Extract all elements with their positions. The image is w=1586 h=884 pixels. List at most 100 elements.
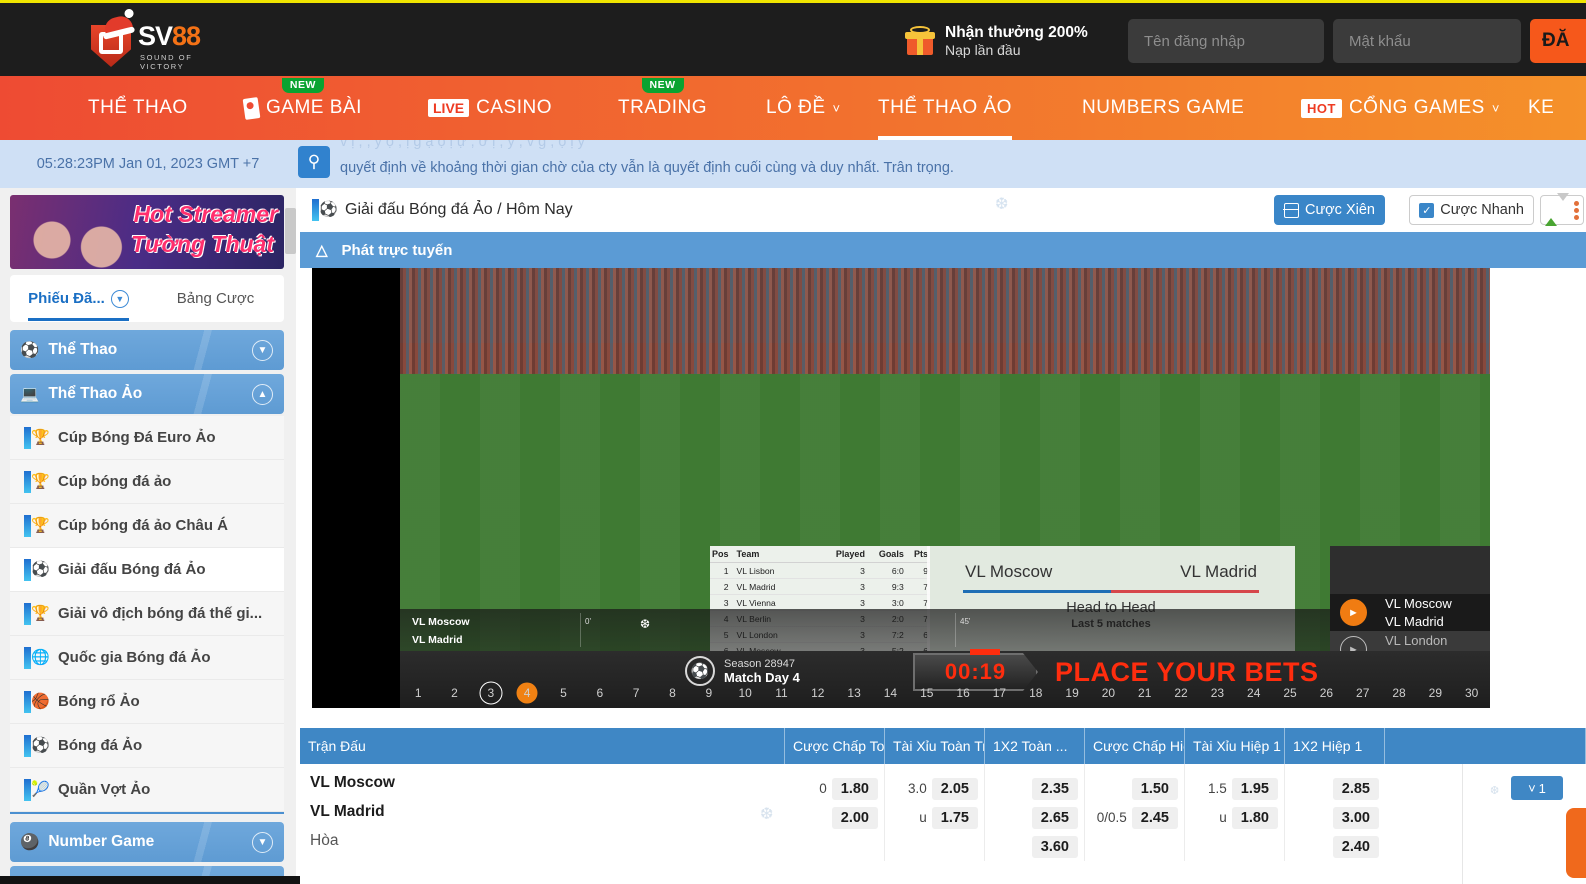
bet-odd-cell[interactable]: u 1.80 bbox=[1185, 803, 1284, 832]
chevron-down-icon[interactable]: ▼ bbox=[110, 289, 129, 308]
match-day-22[interactable]: 22 bbox=[1163, 686, 1199, 700]
nav-item-1[interactable]: NEW GAME BÀI bbox=[242, 76, 362, 140]
bet-odd-value[interactable]: 2.40 bbox=[1332, 835, 1379, 858]
bet-odd-cell[interactable]: 0/0.5 2.45 bbox=[1085, 803, 1184, 832]
live-video-player[interactable]: Pos Team Played Goals Pts 1 VL Lisbon 3 6:0 9 2 VL… bbox=[312, 268, 1490, 708]
more-markets-button[interactable]: ˅ 1 bbox=[1511, 776, 1563, 800]
bet-odd-cell[interactable]: u 1.75 bbox=[885, 803, 984, 832]
bet-odd-cell[interactable]: 3.00 bbox=[1285, 803, 1385, 832]
chevron-up-icon[interactable]: ▲ bbox=[252, 383, 273, 405]
bet-odd-cell[interactable]: 2.00 bbox=[785, 803, 884, 832]
bet-odd-value[interactable]: 3.60 bbox=[1031, 835, 1078, 858]
bet-odd-value[interactable]: 2.05 bbox=[931, 777, 978, 800]
sidebar-subitem-1[interactable]: 🏆 Cúp bóng đá ảo bbox=[10, 460, 284, 504]
bet-odd-cell[interactable]: 2.40 bbox=[1285, 832, 1385, 861]
match-day-27[interactable]: 27 bbox=[1345, 686, 1381, 700]
bet-odd-cell[interactable]: 2.65 bbox=[985, 803, 1084, 832]
bet-odd-value[interactable]: 2.00 bbox=[831, 806, 878, 829]
login-button[interactable]: ĐĂ bbox=[1530, 19, 1586, 63]
match-day-20[interactable]: 20 bbox=[1090, 686, 1126, 700]
nav-item-7[interactable]: HOT CỔNG GAMES ˅ bbox=[1301, 76, 1500, 140]
sidebar-subitem-7[interactable]: ⚽ Bóng đá Ảo bbox=[10, 724, 284, 768]
bet-odd-cell[interactable]: 3.60 bbox=[985, 832, 1084, 861]
site-logo[interactable]: SV88 SOUND OF VICTORY bbox=[88, 11, 218, 71]
sidebar-group-number-game[interactable]: 🎱 Number Game ▼ bbox=[10, 822, 284, 862]
username-input[interactable] bbox=[1128, 19, 1324, 63]
match-day-19[interactable]: 19 bbox=[1054, 686, 1090, 700]
match-day-30[interactable]: 30 bbox=[1454, 686, 1490, 700]
match-day-5[interactable]: 5 bbox=[545, 686, 581, 700]
bet-odd-value[interactable]: 1.95 bbox=[1231, 777, 1278, 800]
match-day-25[interactable]: 25 bbox=[1272, 686, 1308, 700]
password-input[interactable] bbox=[1333, 19, 1521, 63]
bet-odd-cell[interactable]: 1.5 1.95 bbox=[1185, 774, 1284, 803]
quickbet-button[interactable]: ✓ Cược Nhanh bbox=[1409, 195, 1534, 225]
bet-odd-value[interactable]: 1.75 bbox=[931, 806, 978, 829]
nav-item-5[interactable]: THỂ THAO ẢO bbox=[878, 76, 1012, 140]
sidebar-subitem-5[interactable]: 🌐 Quốc gia Bóng đá Ảo bbox=[10, 636, 284, 680]
nav-item-3[interactable]: NEW TRADING bbox=[618, 76, 707, 140]
parlay-button[interactable]: Cược Xiên bbox=[1274, 195, 1385, 225]
match-day-7[interactable]: 7 bbox=[618, 686, 654, 700]
match-day-4[interactable]: 4 bbox=[509, 686, 545, 700]
bet-odd-value[interactable]: 1.50 bbox=[1131, 777, 1178, 800]
banner-scroll-handle[interactable] bbox=[285, 208, 296, 254]
bet-odd-cell[interactable]: 2.35 bbox=[985, 774, 1084, 803]
nav-item-2[interactable]: LIVE CASINO bbox=[428, 76, 552, 140]
bet-odd-value[interactable]: 2.65 bbox=[1031, 806, 1078, 829]
sidebar-subitem-0[interactable]: 🏆 Cúp Bóng Đá Euro Ảo bbox=[10, 416, 284, 460]
tab-betslip[interactable]: Phiếu Đã... ▼ bbox=[10, 275, 147, 322]
match-day-21[interactable]: 21 bbox=[1127, 686, 1163, 700]
match-day-6[interactable]: 6 bbox=[582, 686, 618, 700]
chevron-down-icon[interactable]: ▼ bbox=[252, 339, 273, 361]
play-icon[interactable]: ► bbox=[1340, 599, 1367, 626]
bet-odd-value[interactable]: 3.00 bbox=[1332, 806, 1379, 829]
live-section-header[interactable]: △ Phát trực tuyến bbox=[300, 232, 1586, 268]
chevron-down-icon[interactable]: ▼ bbox=[252, 831, 273, 853]
sidebar-group-sports[interactable]: ⚽ Thể Thao ▼ bbox=[10, 330, 284, 370]
match-day-3[interactable]: 3 bbox=[473, 686, 509, 700]
sort-icon[interactable] bbox=[1540, 193, 1584, 226]
sidebar-subitem-4[interactable]: 🏆 Giải vô địch bóng đá thế gi... bbox=[10, 592, 284, 636]
match-day-15[interactable]: 15 bbox=[909, 686, 945, 700]
nav-item-8[interactable]: KE bbox=[1528, 76, 1554, 140]
match-day-24[interactable]: 24 bbox=[1236, 686, 1272, 700]
match-day-14[interactable]: 14 bbox=[872, 686, 908, 700]
match-day-29[interactable]: 29 bbox=[1417, 686, 1453, 700]
side-drawer-tab[interactable] bbox=[1566, 808, 1586, 878]
bet-odd-value[interactable]: 1.80 bbox=[831, 777, 878, 800]
nav-item-4[interactable]: LÔ ĐỀ ˅ bbox=[766, 76, 841, 140]
bet-odd-cell[interactable]: 3.0 2.05 bbox=[885, 774, 984, 803]
match-day-16[interactable]: 16 bbox=[945, 686, 981, 700]
sidebar-subitem-6[interactable]: 🏀 Bóng rổ Ảo bbox=[10, 680, 284, 724]
match-day-23[interactable]: 23 bbox=[1199, 686, 1235, 700]
match-day-11[interactable]: 11 bbox=[763, 686, 799, 700]
match-day-18[interactable]: 18 bbox=[1018, 686, 1054, 700]
match-day-8[interactable]: 8 bbox=[654, 686, 690, 700]
match-day-12[interactable]: 12 bbox=[800, 686, 836, 700]
match-day-10[interactable]: 10 bbox=[727, 686, 763, 700]
match-day-1[interactable]: 1 bbox=[400, 686, 436, 700]
sidebar-subitem-3[interactable]: ⚽ Giải đấu Bóng đá Ảo bbox=[10, 548, 284, 592]
match-list-item[interactable]: ►VL MoscowVL Madrid-- bbox=[1330, 594, 1490, 631]
match-day-9[interactable]: 9 bbox=[691, 686, 727, 700]
sidebar-group-virtual-sports[interactable]: 💻 Thể Thao Ảo ▲ bbox=[10, 374, 284, 414]
bet-odd-cell[interactable]: 0 1.80 bbox=[785, 774, 884, 803]
tab-betlist[interactable]: Bảng Cược bbox=[147, 275, 284, 322]
match-day-2[interactable]: 2 bbox=[436, 686, 472, 700]
nav-item-0[interactable]: THỂ THAO bbox=[88, 76, 188, 140]
bet-odd-value[interactable]: 2.85 bbox=[1332, 777, 1379, 800]
sidebar-subitem-2[interactable]: 🏆 Cúp bóng đá ảo Châu Á bbox=[10, 504, 284, 548]
match-day-26[interactable]: 26 bbox=[1308, 686, 1344, 700]
promo-banner[interactable]: Nhận thưởng 200% Nạp lần đầu bbox=[905, 17, 1088, 65]
sidebar-subitem-8[interactable]: 🎾 Quần Vợt Ảo bbox=[10, 768, 284, 812]
nav-item-6[interactable]: NUMBERS GAME bbox=[1082, 76, 1244, 140]
match-day-13[interactable]: 13 bbox=[836, 686, 872, 700]
promo-side-banner[interactable]: Hot Streamer Tường Thuật bbox=[10, 195, 284, 269]
bet-odd-value[interactable]: 2.35 bbox=[1031, 777, 1078, 800]
match-day-selector[interactable]: 1 2 3 4 5 6 7 8 9 10 11 12 13 14 15 16 17 18 19 20 21 22 23 24 2… bbox=[400, 681, 1490, 705]
match-day-17[interactable]: 17 bbox=[981, 686, 1017, 700]
bet-odd-cell[interactable]: 1.50 bbox=[1085, 774, 1184, 803]
bet-odd-value[interactable]: 1.80 bbox=[1231, 806, 1278, 829]
chevron-up-icon[interactable]: △ bbox=[316, 241, 328, 259]
